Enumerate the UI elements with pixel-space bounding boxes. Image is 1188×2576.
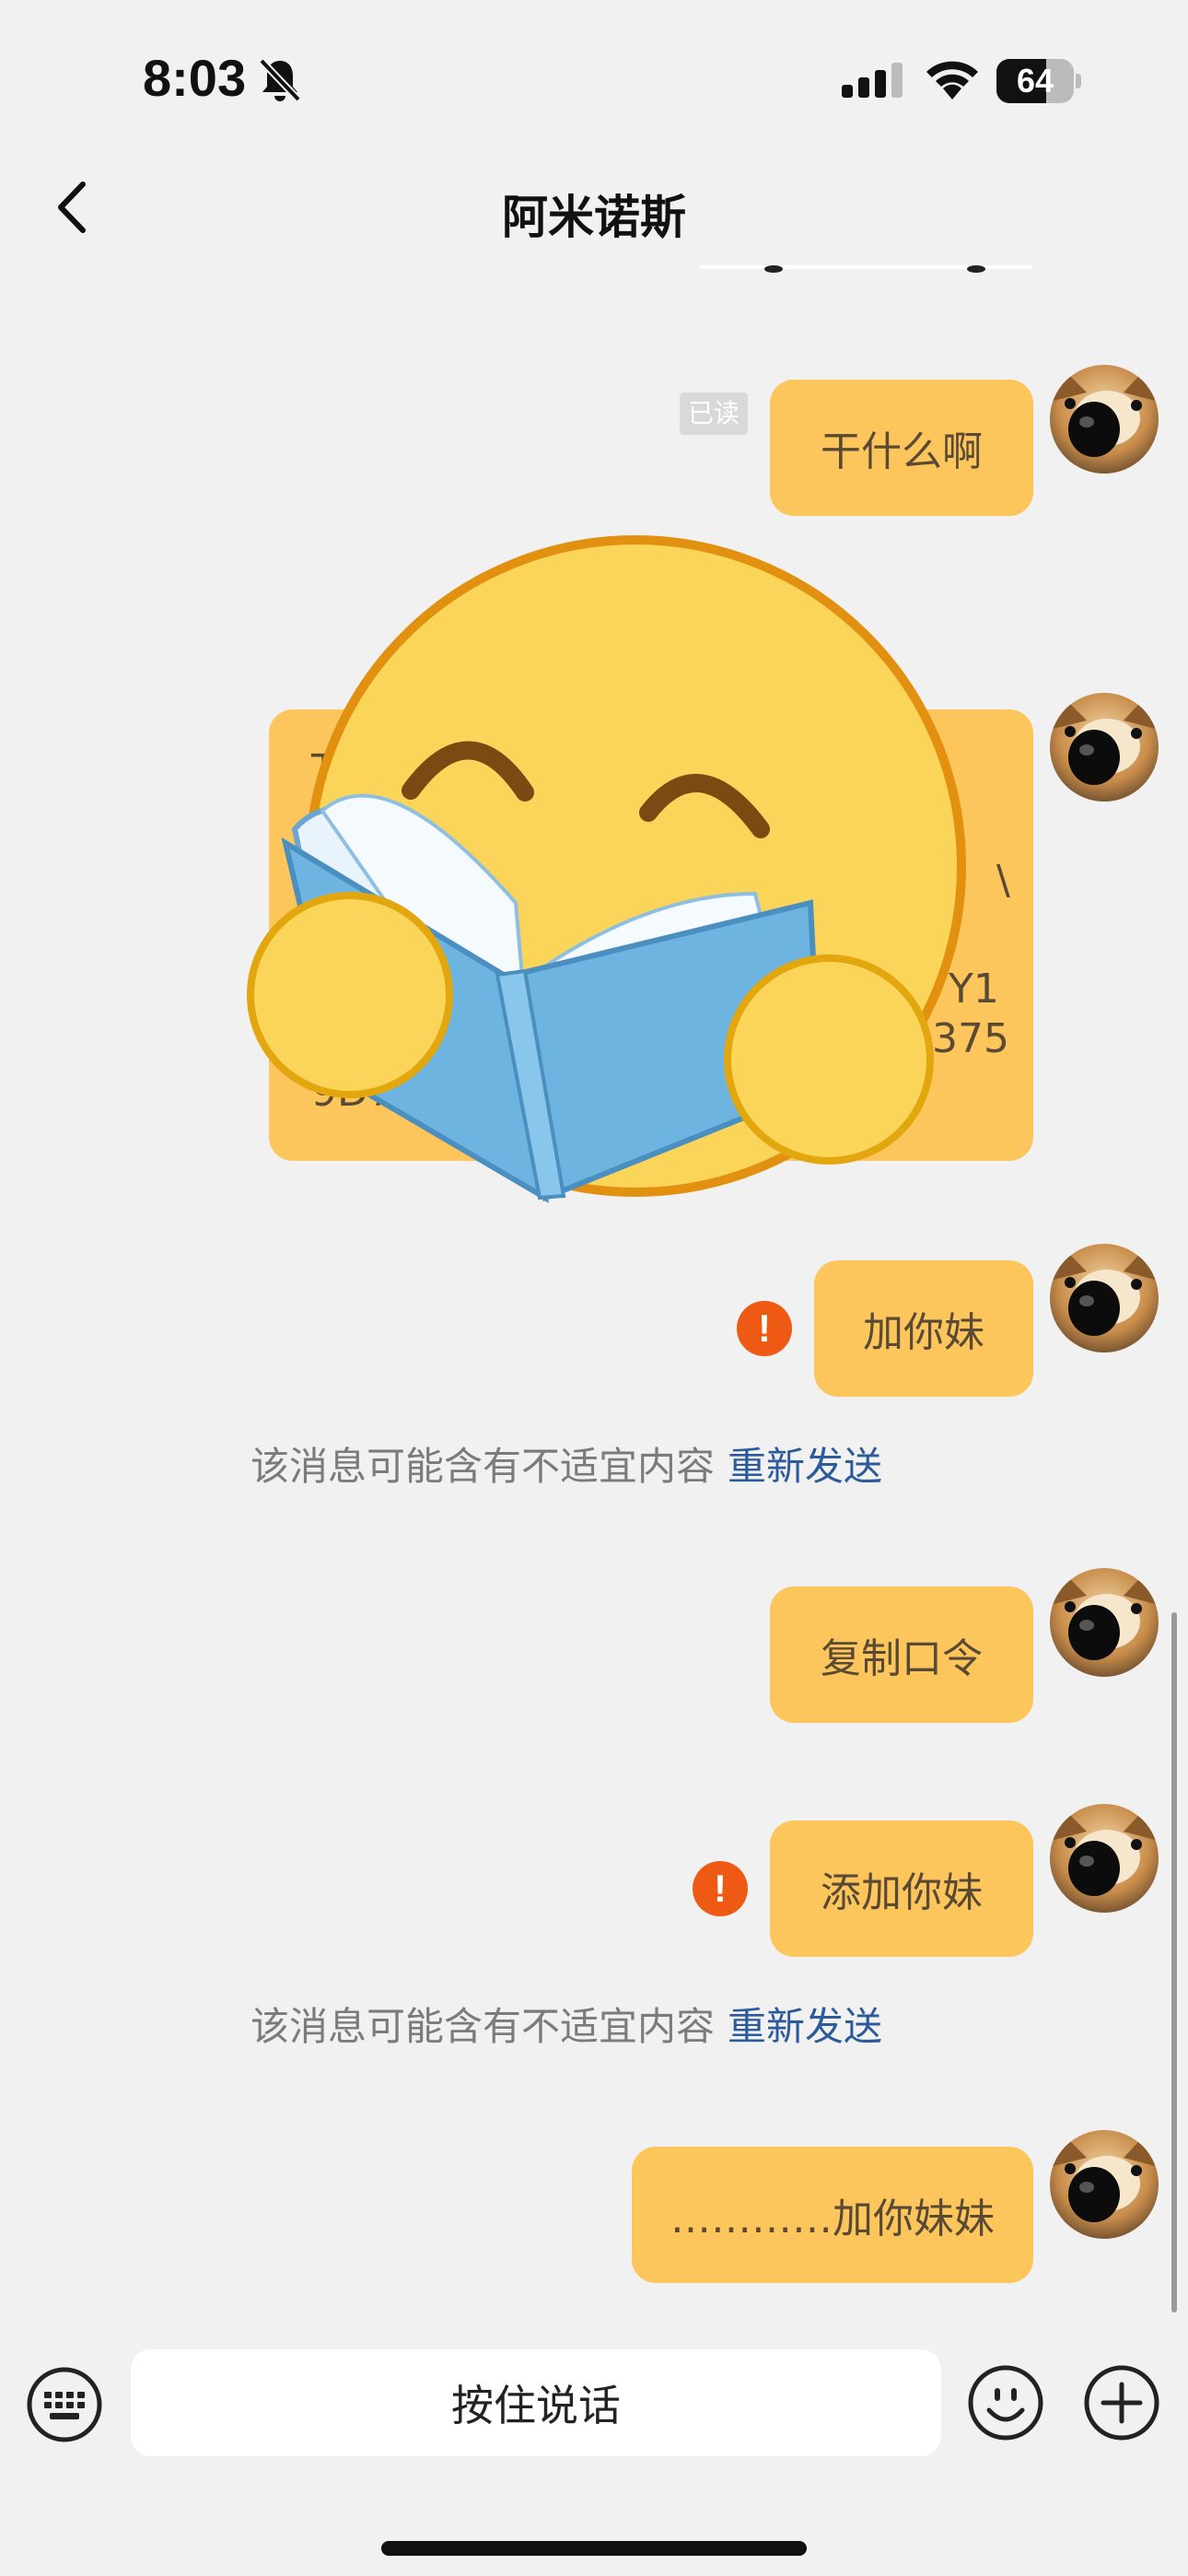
- message-bubble[interactable]: 干什么啊: [770, 380, 1033, 516]
- message-bubble[interactable]: 加你妹: [814, 1260, 1033, 1397]
- resend-link[interactable]: 重新发送: [728, 2004, 882, 2049]
- avatar[interactable]: [1050, 1568, 1159, 1677]
- message-bubble[interactable]: 复制口令: [770, 1587, 1033, 1723]
- chat-title: 阿米诺斯: [502, 191, 686, 244]
- plus-icon[interactable]: [1083, 2364, 1160, 2441]
- error-icon[interactable]: !: [693, 1861, 748, 1916]
- keyboard-icon[interactable]: [26, 2366, 103, 2443]
- card-text-fragment: \: [996, 857, 1010, 904]
- battery-icon: 64: [996, 59, 1081, 103]
- message-bubble[interactable]: 添加你妹: [770, 1821, 1033, 1957]
- reading-emoji-sticker[interactable]: [239, 525, 976, 1207]
- warning-text: 该消息可能含有不适宜内容: [250, 2004, 716, 2049]
- scrollbar[interactable]: [1171, 1612, 1177, 2313]
- status-time: 8:03: [143, 49, 247, 107]
- avatar[interactable]: [1050, 365, 1159, 474]
- emoji-icon[interactable]: [967, 2364, 1044, 2441]
- avatar[interactable]: [1050, 2130, 1159, 2239]
- warning-text: 该消息可能含有不适宜内容: [250, 1444, 716, 1489]
- message-bubble[interactable]: …………加你妹妹: [632, 2147, 1033, 2283]
- avatar[interactable]: [1050, 1244, 1159, 1352]
- content-warning: 该消息可能含有不适宜内容 重新发送: [250, 1435, 882, 1492]
- hold-to-talk-button[interactable]: 按住说话: [131, 2349, 941, 2456]
- read-receipt-badge: 已读: [680, 392, 748, 435]
- content-warning: 该消息可能含有不适宜内容 重新发送: [250, 1996, 882, 2052]
- resend-link[interactable]: 重新发送: [728, 1444, 882, 1489]
- bell-off-icon: [259, 58, 301, 102]
- signal-icon: [842, 63, 903, 98]
- wifi-icon: [926, 61, 978, 100]
- home-indicator: [381, 2541, 807, 2556]
- battery-level: 64: [1016, 62, 1054, 100]
- avatar[interactable]: [1050, 693, 1159, 802]
- avatar[interactable]: [1050, 1804, 1159, 1913]
- error-icon[interactable]: !: [737, 1301, 792, 1356]
- previous-message-fragment: [700, 265, 1031, 273]
